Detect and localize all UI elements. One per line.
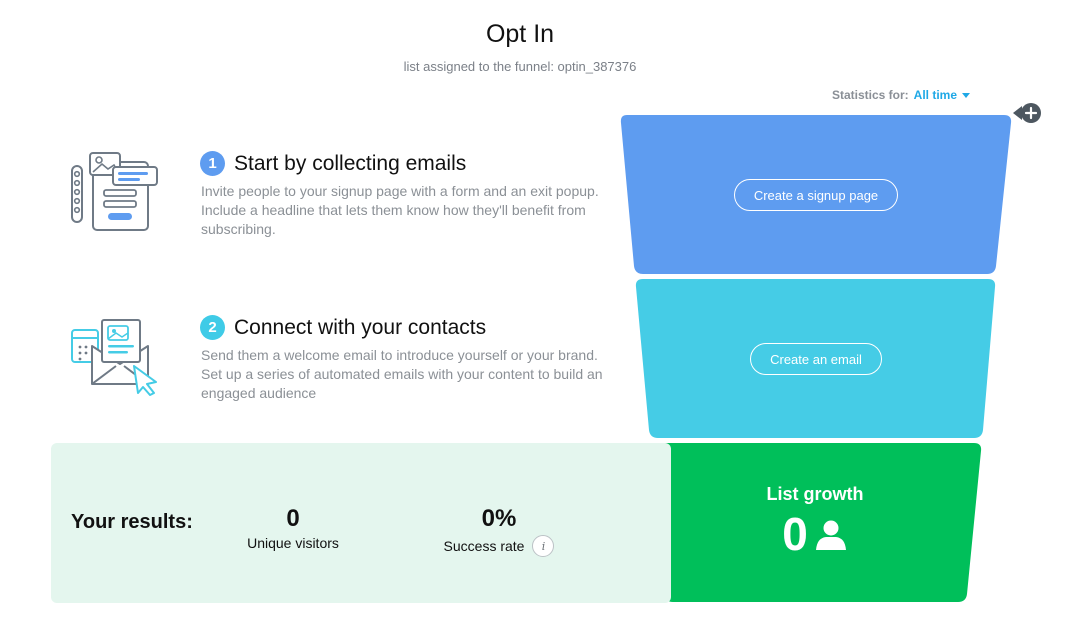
metric-label: Unique visitors — [247, 535, 339, 551]
step-connect-contacts: 2 Connect with your contacts Send them a… — [200, 315, 620, 403]
metric-value: 0 — [286, 505, 300, 532]
results-panel: Your results: 0 Unique visitors 0% Succe… — [51, 443, 671, 603]
page-subtitle: list assigned to the funnel: optin_38737… — [403, 59, 637, 74]
create-email-button[interactable]: Create an email — [750, 343, 882, 375]
step-number-badge: 2 — [200, 315, 225, 340]
email-envelope-illustration — [71, 319, 157, 396]
metric-value: 0% — [481, 505, 517, 532]
metric-unique-visitors: 0 Unique visitors — [241, 505, 345, 551]
statistics-filter: Statistics for: All time — [832, 88, 970, 102]
list-growth-panel: List growth 0 — [700, 484, 930, 559]
step-title: Start by collecting emails — [234, 151, 467, 175]
step-description: Send them a welcome email to introduce y… — [201, 347, 603, 401]
create-signup-page-button[interactable]: Create a signup page — [734, 179, 898, 211]
step-title: Connect with your contacts — [234, 315, 487, 339]
metric-success-rate: 0% Success rate i — [439, 505, 559, 557]
statistics-label: Statistics for: — [831, 88, 909, 102]
info-icon[interactable]: i — [532, 535, 555, 557]
step-number-badge: 1 — [200, 151, 225, 176]
page-title: Opt In — [485, 20, 555, 48]
caret-down-icon — [962, 92, 970, 98]
statistics-range-dropdown[interactable]: All time — [914, 88, 970, 102]
signup-form-illustration — [71, 152, 158, 231]
results-label: Your results: — [71, 511, 193, 533]
metric-label: Success rate — [443, 538, 525, 554]
list-growth-title: List growth — [766, 484, 864, 504]
add-stage-button[interactable] — [1013, 103, 1042, 123]
step-collect-emails: 1 Start by collecting emails Invite peop… — [200, 151, 620, 239]
user-icon — [815, 520, 846, 550]
step-description: Invite people to your signup page with a… — [201, 183, 599, 237]
statistics-range-value: All time — [913, 88, 957, 102]
list-growth-value: 0 — [782, 508, 808, 560]
